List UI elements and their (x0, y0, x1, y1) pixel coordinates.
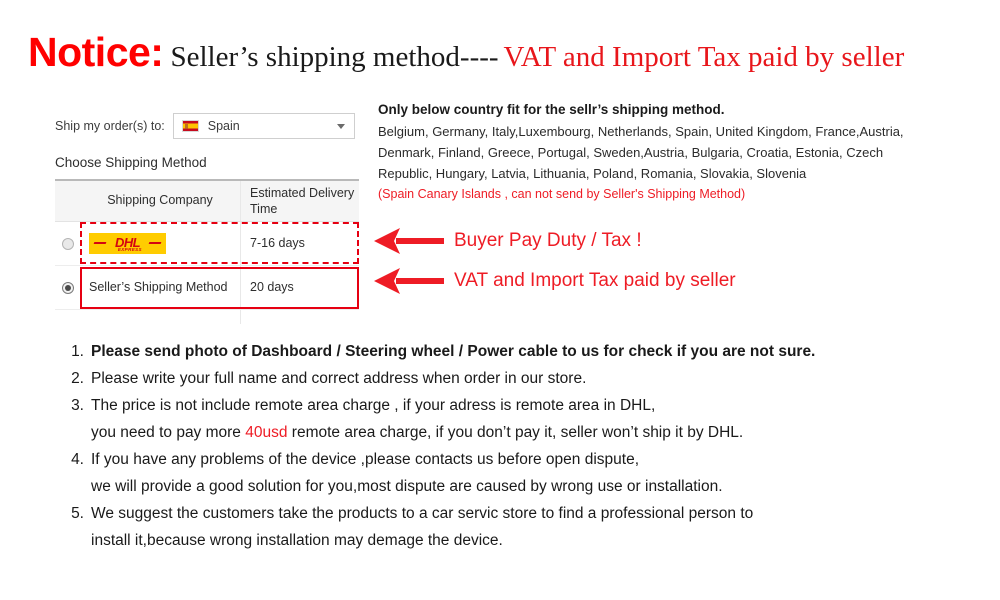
canary-islands-note: (Spain Canary Islands , can not send by … (378, 187, 746, 202)
list-item: 2. Please write your full name and corre… (62, 365, 962, 392)
shipping-method-widget: Ship my order(s) to: Spain Choose Shippi… (55, 113, 360, 324)
column-header-estimated-delivery-time: Estimated Delivery Time (240, 181, 359, 221)
list-item-line: If you have any problems of the device ,… (91, 451, 640, 468)
title-middle-text: Seller’s shipping method---- (170, 41, 499, 73)
page-title: Notice: Seller’s shipping method---- VAT… (28, 32, 904, 73)
list-item-line: Please write your full name and correct … (91, 370, 587, 387)
spain-flag-icon (181, 120, 199, 132)
list-item-line: We suggest the customers take the produc… (91, 505, 754, 522)
list-item: 3. The price is not include remote area … (62, 392, 962, 446)
partial-radio-cell (55, 310, 80, 324)
dhl-dash-right-icon (148, 242, 162, 244)
shipping-option-radio-dhl[interactable] (55, 222, 80, 265)
title-notice-word: Notice: (28, 29, 164, 75)
annotation-vat-paid-by-seller: VAT and Import Tax paid by seller (374, 268, 736, 294)
list-item-line-pre: you need to pay more (91, 424, 246, 441)
dhl-logo-subtext: EXPRESS (117, 247, 142, 252)
country-select-value: Spain (207, 119, 240, 133)
header-radio-spacer (55, 181, 80, 221)
list-item-number: 4. (71, 451, 84, 468)
list-item-line: The price is not include remote area cha… (91, 397, 656, 414)
row-company-dhl: DHL EXPRESS (80, 222, 240, 265)
country-list-line: Republic, Hungary, Latvia, Lithuania, Po… (378, 166, 807, 182)
list-item-body: The price is not include remote area cha… (91, 392, 743, 446)
annotation-buyer-pay-duty: Buyer Pay Duty / Tax ! (374, 228, 642, 254)
shipping-option-radio-seller[interactable] (55, 266, 80, 309)
list-item-number: 5. (71, 505, 84, 522)
left-arrow-icon (374, 268, 444, 294)
row-delivery-time-seller: 20 days (240, 266, 359, 309)
table-row-partial (55, 310, 359, 324)
list-item-line-post: remote area charge, if you don’t pay it,… (287, 424, 744, 441)
list-item-number: 1. (71, 343, 84, 360)
row-company-seller: Seller’s Shipping Method (89, 279, 228, 294)
country-select[interactable]: Spain (172, 113, 355, 139)
list-item: 5. We suggest the customers take the pro… (62, 500, 962, 554)
ship-to-label: Ship my order(s) to: (55, 119, 165, 133)
eligibility-heading: Only below country fit for the sellr’s s… (378, 102, 725, 117)
chevron-down-icon (336, 124, 345, 129)
partial-time-cell (240, 310, 359, 324)
list-item: 1. Please send photo of Dashboard / Stee… (62, 338, 962, 365)
partial-company-cell (80, 310, 240, 324)
list-item-number: 2. (71, 370, 84, 387)
radio-selected-icon (61, 281, 74, 294)
list-item-body: Please send photo of Dashboard / Steerin… (91, 338, 815, 365)
country-list-line: Denmark, Finland, Greece, Portugal, Swed… (378, 144, 884, 160)
table-row[interactable]: Seller’s Shipping Method 20 days (55, 266, 359, 310)
list-item: 4. If you have any problems of the devic… (62, 446, 962, 500)
row-delivery-time-dhl: 7-16 days (240, 222, 359, 265)
dhl-dash-left-icon (93, 242, 107, 244)
list-item-number: 3. (71, 397, 84, 414)
terms-list: 1. Please send photo of Dashboard / Stee… (62, 338, 962, 554)
list-item-line: Please send photo of Dashboard / Steerin… (91, 343, 816, 360)
list-item-body: We suggest the customers take the produc… (91, 500, 753, 554)
left-arrow-icon (374, 228, 444, 254)
notice-banner: Notice: Seller’s shipping method---- VAT… (0, 0, 1000, 600)
title-red-text: VAT and Import Tax paid by seller (503, 41, 905, 73)
column-header-shipping-company: Shipping Company (107, 193, 213, 208)
list-item-body: Please write your full name and correct … (91, 365, 586, 392)
list-item-line: you need to pay more 40usd remote area c… (91, 419, 743, 446)
table-row[interactable]: DHL EXPRESS 7-16 days (55, 222, 359, 266)
annotation-label: Buyer Pay Duty / Tax ! (454, 230, 642, 251)
remote-area-fee-amount: 40usd (245, 424, 288, 441)
country-list-line: Belgium, Germany, Italy,Luxembourg, Neth… (378, 123, 904, 139)
country-eligibility-text: Only below country fit for the sellr’s s… (378, 100, 978, 205)
shipping-method-table: Shipping Company Estimated Delivery Time… (55, 179, 359, 324)
ship-to-row: Ship my order(s) to: Spain (55, 113, 360, 139)
choose-shipping-method-label: Choose Shipping Method (55, 155, 207, 170)
annotation-label: VAT and Import Tax paid by seller (454, 270, 736, 291)
radio-unselected-icon (61, 237, 74, 250)
list-item-line: we will provide a good solution for you,… (91, 478, 723, 495)
list-item-body: If you have any problems of the device ,… (91, 446, 723, 500)
list-item-line: install it,because wrong installation ma… (91, 532, 503, 549)
dhl-express-logo: DHL EXPRESS (89, 233, 166, 254)
table-header-row: Shipping Company Estimated Delivery Time (55, 181, 359, 222)
